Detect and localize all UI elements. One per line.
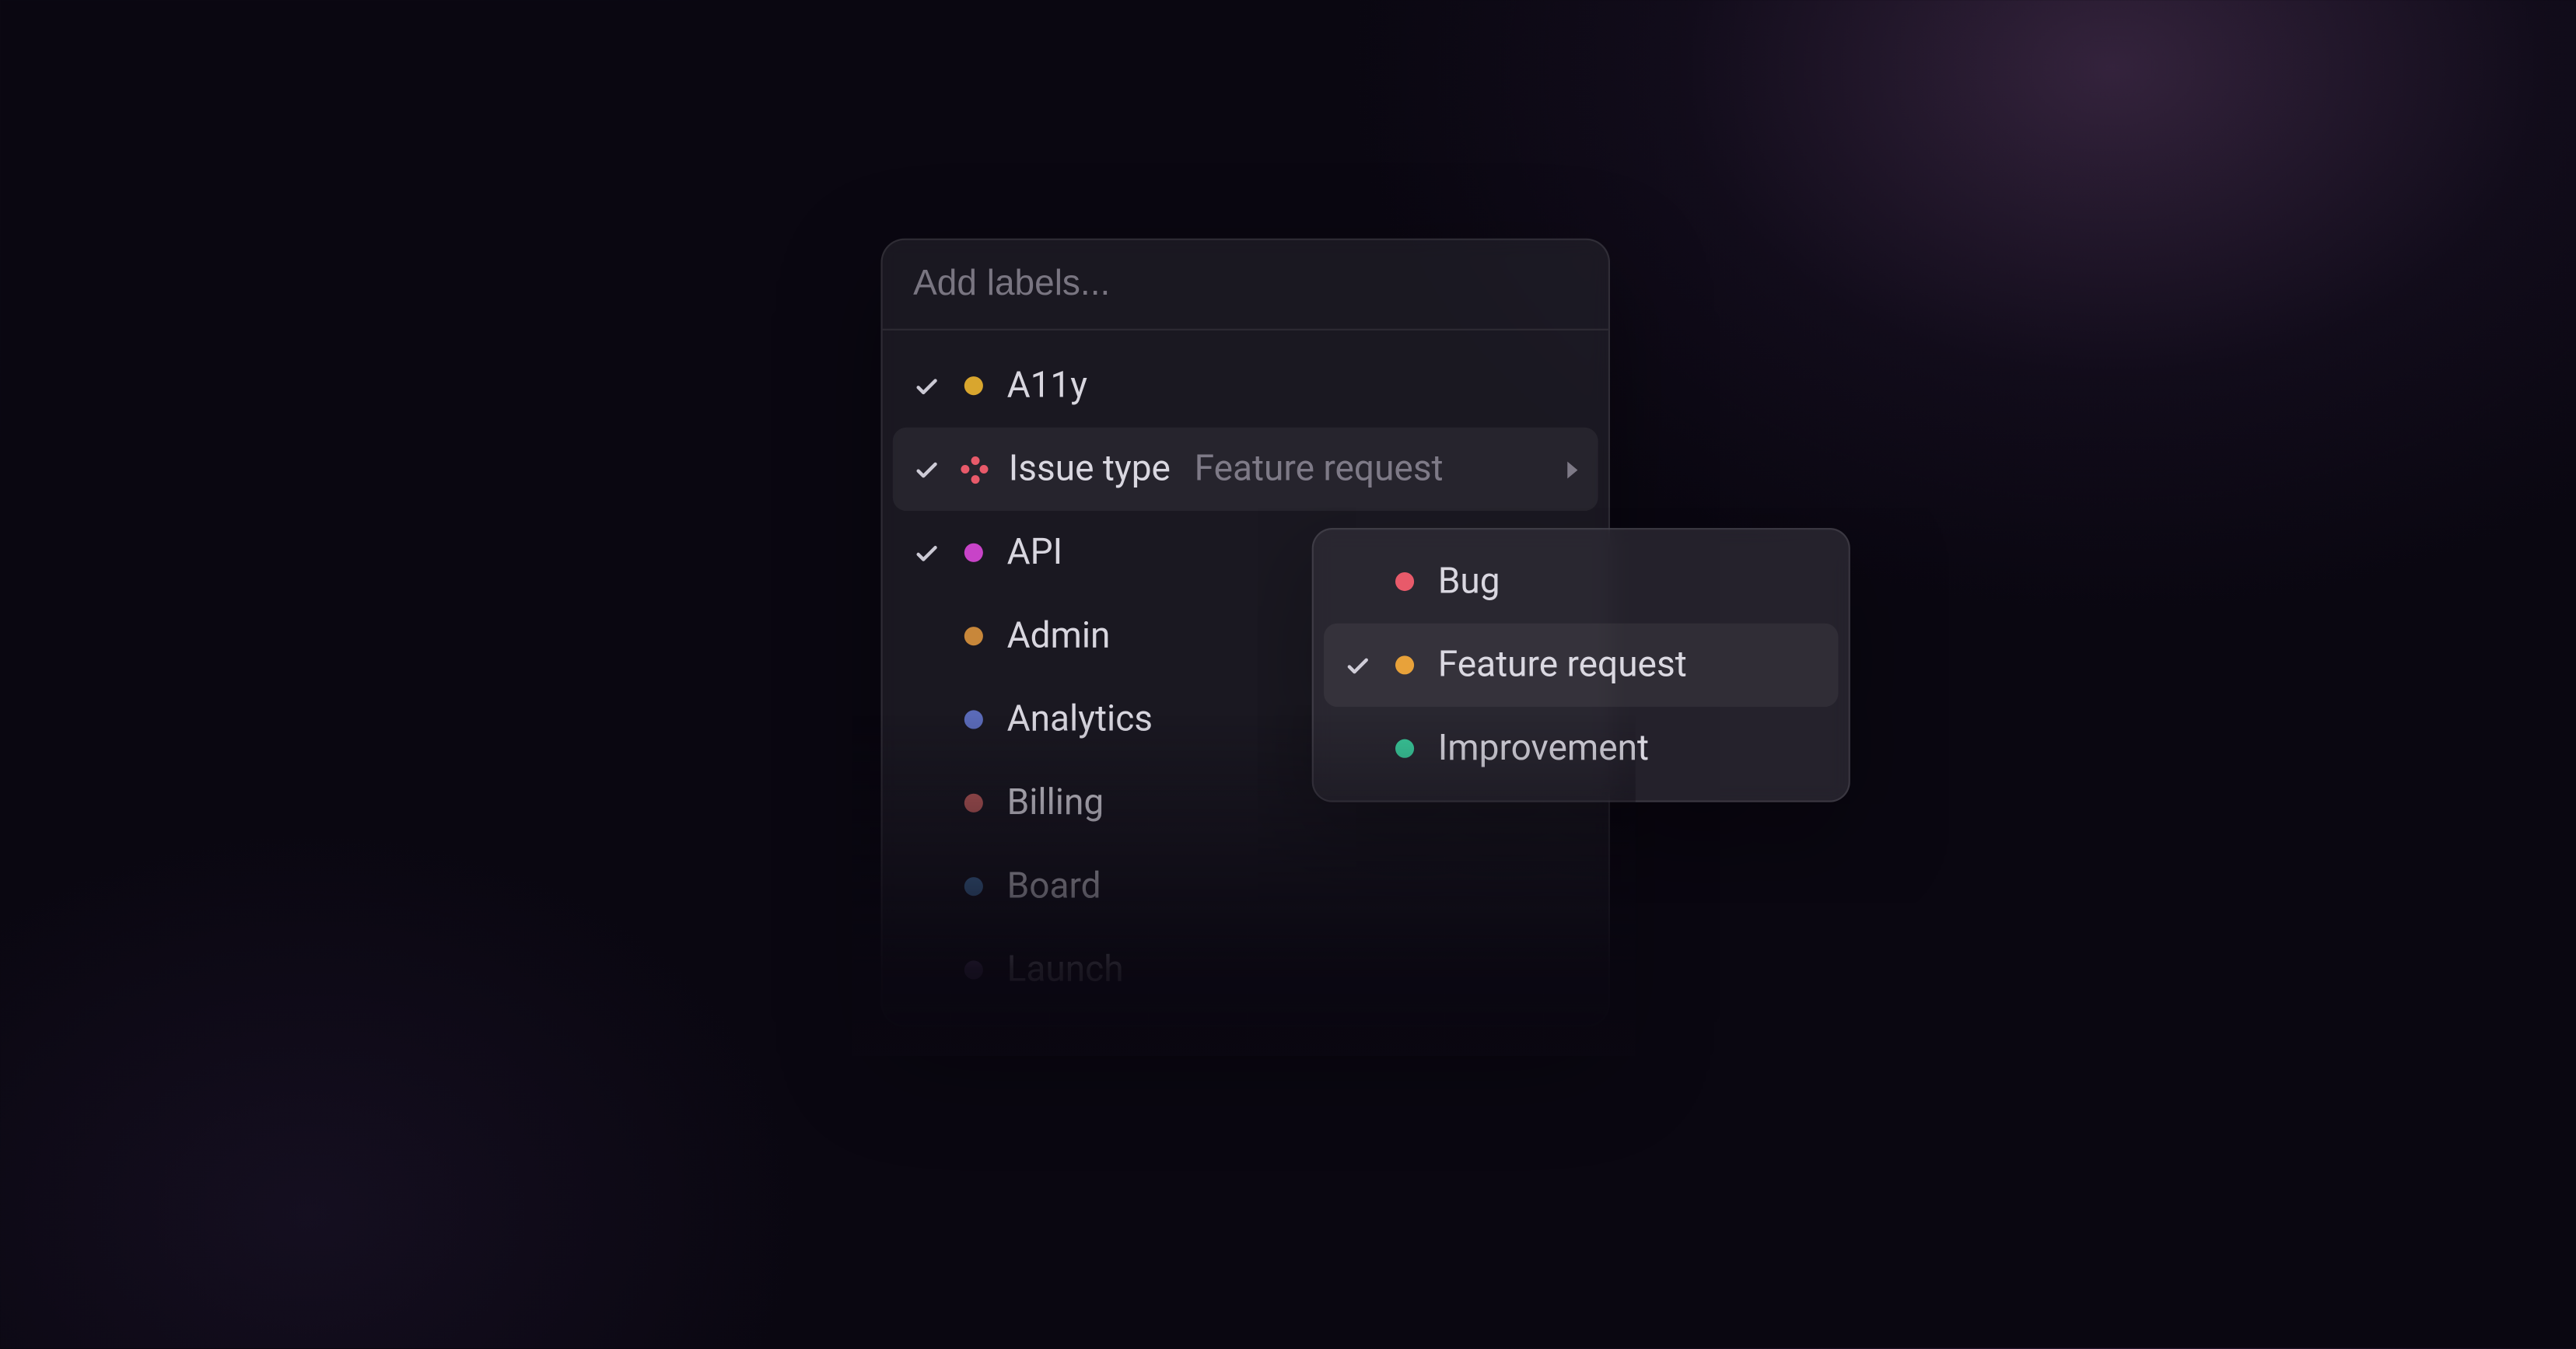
label-group-icon xyxy=(961,456,988,483)
submenu-item-label: Improvement xyxy=(1438,728,1649,769)
chevron-right-icon xyxy=(1567,461,1577,478)
label-color-dot xyxy=(964,627,983,645)
label-color-dot xyxy=(1395,655,1414,674)
label-color-dot xyxy=(1395,572,1414,591)
submenu-item-improvement[interactable]: Improvement xyxy=(1324,707,1839,790)
label-item-launch[interactable]: Launch xyxy=(893,928,1598,1012)
label-name: Board xyxy=(1007,866,1101,907)
check-icon xyxy=(910,369,944,403)
label-name: Admin xyxy=(1007,616,1111,657)
submenu-item-bug[interactable]: Bug xyxy=(1324,540,1839,623)
label-name: Launch xyxy=(1007,949,1124,991)
submenu-item-label: Bug xyxy=(1438,561,1500,603)
label-name: API xyxy=(1007,533,1063,574)
label-color-dot xyxy=(964,960,983,979)
submenu-item-label: Feature request xyxy=(1438,645,1687,686)
search-row xyxy=(883,240,1608,330)
issue-type-submenu: Bug Feature request Improvement xyxy=(1312,528,1850,802)
label-name: Billing xyxy=(1007,783,1104,824)
label-name: Analytics xyxy=(1007,699,1153,740)
label-name: Issue type xyxy=(1009,449,1171,490)
label-color-dot xyxy=(964,710,983,729)
label-color-dot xyxy=(1395,739,1414,758)
check-icon xyxy=(910,453,944,487)
submenu-item-feature-request[interactable]: Feature request xyxy=(1324,624,1839,707)
label-color-dot xyxy=(964,376,983,395)
label-item-a11y[interactable]: A11y xyxy=(893,344,1598,427)
check-icon xyxy=(1341,648,1375,682)
label-name: A11y xyxy=(1007,365,1088,407)
label-color-dot xyxy=(964,543,983,562)
label-color-dot xyxy=(964,794,983,813)
label-color-dot xyxy=(964,877,983,896)
label-group-selected-value: Feature request xyxy=(1195,449,1444,490)
label-item-board[interactable]: Board xyxy=(893,844,1598,928)
label-item-issue-type[interactable]: Issue type Feature request xyxy=(893,428,1598,511)
check-icon xyxy=(910,536,944,570)
label-search-input[interactable] xyxy=(913,264,1577,306)
